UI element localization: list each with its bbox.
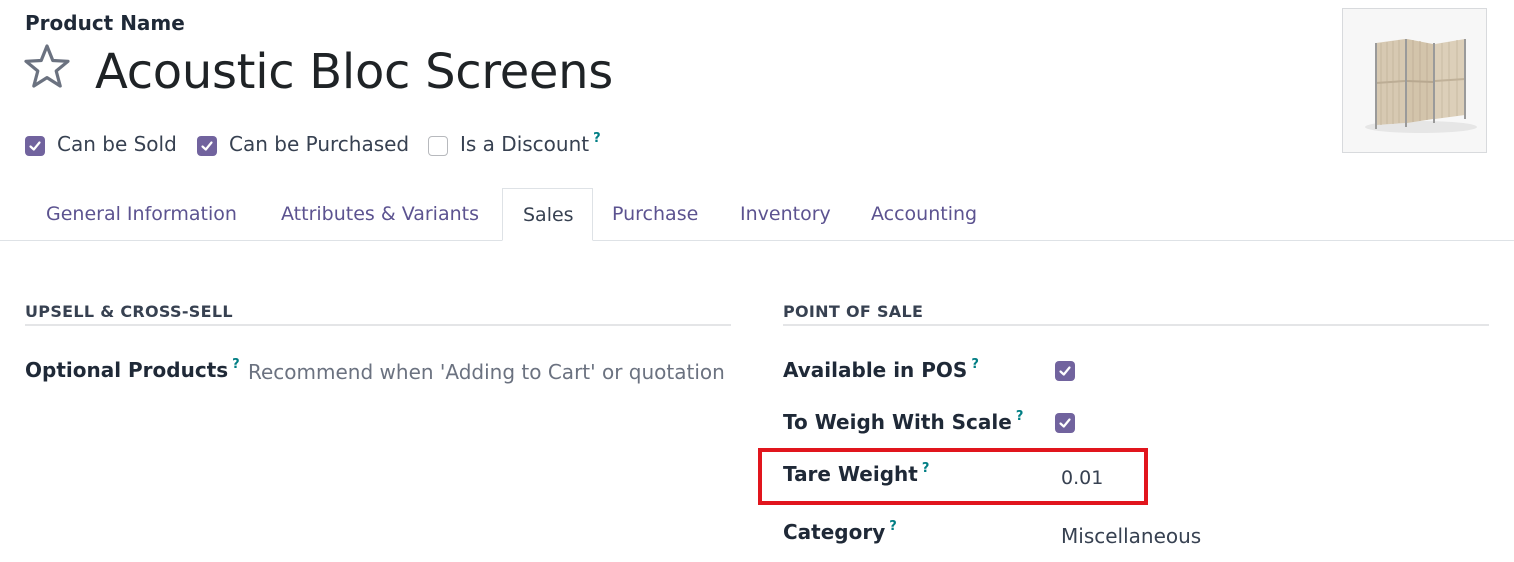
to-weigh-with-scale-checkbox[interactable] [1055, 413, 1075, 433]
help-tooltip-icon[interactable]: ? [889, 519, 897, 534]
highlight-box [758, 448, 1148, 505]
upsell-section-heading: UPSELL & CROSS-SELL [25, 302, 233, 321]
section-divider [25, 324, 731, 326]
can-be-purchased-label[interactable]: Can be Purchased [229, 132, 409, 156]
tab-inventory[interactable]: Inventory [740, 188, 831, 240]
product-name-label: Product Name [25, 11, 185, 35]
notebook-tabs: General Information Attributes & Variant… [0, 188, 1514, 241]
optional-products-label-text: Optional Products [25, 358, 229, 382]
star-icon[interactable] [22, 42, 72, 92]
section-divider [783, 324, 1489, 326]
to-weigh-with-scale-label-text: To Weigh With Scale [783, 410, 1012, 434]
category-label-text: Category [783, 520, 886, 544]
help-tooltip-icon[interactable]: ? [971, 357, 979, 372]
help-tooltip-icon[interactable]: ? [1016, 409, 1024, 424]
is-a-discount-label[interactable]: Is a Discount [460, 132, 589, 156]
to-weigh-with-scale-label: To Weigh With Scale? [783, 409, 1024, 434]
can-be-sold-label[interactable]: Can be Sold [57, 132, 177, 156]
optional-products-input[interactable]: Recommend when 'Adding to Cart' or quota… [248, 360, 725, 384]
is-a-discount-field[interactable]: Is a Discount? [460, 131, 601, 156]
category-label: Category? [783, 519, 897, 544]
available-in-pos-checkbox[interactable] [1055, 361, 1075, 381]
product-name-input[interactable]: Acoustic Bloc Screens [95, 44, 613, 100]
tab-accounting[interactable]: Accounting [871, 188, 977, 240]
category-select[interactable]: Miscellaneous [1061, 524, 1201, 548]
available-in-pos-label: Available in POS? [783, 357, 979, 382]
tab-sales[interactable]: Sales [502, 188, 593, 241]
pos-section-heading: POINT OF SALE [783, 302, 924, 321]
help-tooltip-icon[interactable]: ? [232, 357, 240, 372]
tab-attributes-variants[interactable]: Attributes & Variants [281, 188, 479, 240]
help-tooltip-icon[interactable]: ? [593, 131, 601, 146]
tab-purchase[interactable]: Purchase [612, 188, 698, 240]
tab-general-information[interactable]: General Information [46, 188, 237, 240]
available-in-pos-label-text: Available in POS [783, 358, 968, 382]
can-be-purchased-checkbox[interactable] [197, 136, 217, 156]
can-be-sold-checkbox[interactable] [25, 136, 45, 156]
product-image[interactable] [1342, 8, 1487, 153]
optional-products-label: Optional Products? [25, 357, 240, 382]
is-a-discount-checkbox[interactable] [428, 136, 448, 156]
